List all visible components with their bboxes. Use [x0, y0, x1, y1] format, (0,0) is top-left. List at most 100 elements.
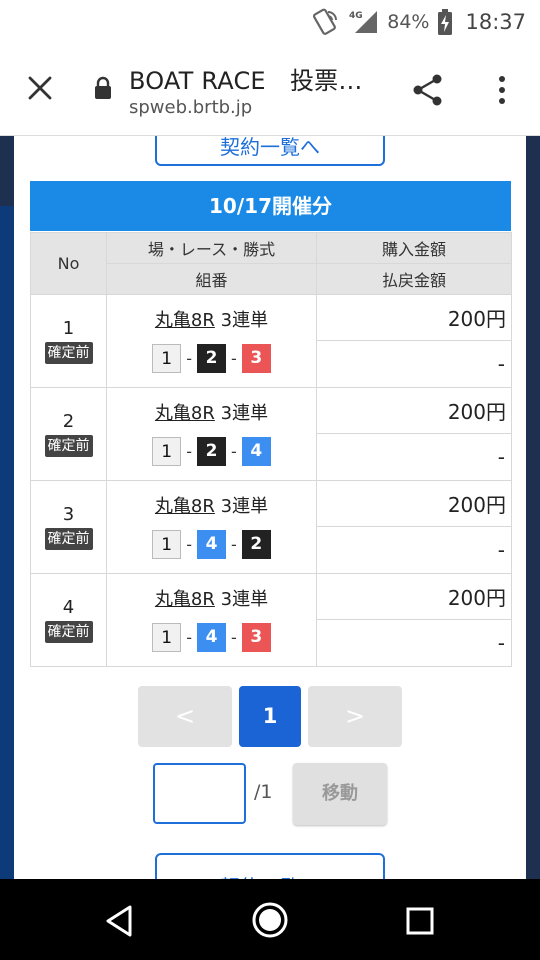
race-cell: 丸亀8R 3連単 1 - 2 - 3 — [106, 294, 317, 388]
contract-list-button-bottom[interactable]: 契約一覧へ — [155, 853, 385, 879]
race-cell: 丸亀8R 3連単 1 - 2 - 4 — [106, 387, 317, 481]
boat-number-3rd: 2 — [241, 530, 271, 559]
combination: 1 - 4 - 2 — [107, 530, 316, 559]
table-row: 1 確定前 丸亀8R 3連単 1 - 2 - 3 200円 — [30, 294, 512, 388]
status-icons: 4G 84% 18:37 — [311, 6, 526, 38]
header-refund-amount: 払戻金額 — [316, 263, 512, 295]
current-page-button[interactable]: 1 — [239, 686, 301, 747]
overflow-menu-button[interactable] — [484, 70, 520, 110]
clock: 18:37 — [465, 10, 526, 34]
status-badge: 確定前 — [44, 435, 93, 457]
status-bar: 4G 84% 18:37 — [0, 0, 540, 44]
back-icon[interactable] — [100, 901, 140, 941]
combo-separator: - — [186, 349, 192, 368]
refund-amount: - — [316, 340, 512, 388]
refund-amount: - — [316, 526, 512, 574]
boat-number-1st: 1 — [152, 623, 182, 652]
bet-number: 3 — [62, 504, 75, 525]
bet-number-cell: 3 確定前 — [30, 480, 107, 574]
purchase-amount: 200円 — [316, 573, 512, 620]
battery-charging-icon — [438, 9, 453, 35]
boat-number-2nd: 2 — [197, 437, 226, 466]
recent-apps-icon[interactable] — [400, 901, 440, 941]
status-badge: 確定前 — [44, 621, 93, 643]
bet-number: 2 — [62, 411, 75, 432]
race-link[interactable]: 丸亀8R — [155, 496, 215, 517]
combination: 1 - 2 - 4 — [107, 437, 316, 466]
boat-number-2nd: 4 — [197, 530, 226, 559]
race-cell: 丸亀8R 3連単 1 - 4 - 2 — [106, 480, 317, 574]
purchase-amount: 200円 — [316, 480, 512, 527]
network-label: 4G — [349, 11, 363, 21]
date-header: 10/17開催分 — [30, 181, 511, 231]
boat-number-3rd: 3 — [241, 623, 271, 652]
page-title: BOAT RACE 投票… — [129, 67, 363, 95]
combination: 1 - 4 - 3 — [107, 623, 316, 652]
bet-number: 1 — [62, 318, 75, 339]
bet-type: 3連単 — [220, 403, 269, 424]
close-icon — [28, 76, 52, 100]
boat-number-1st: 1 — [152, 437, 182, 466]
bet-type: 3連単 — [220, 589, 269, 610]
combo-separator: - — [231, 628, 237, 647]
bet-number-cell: 2 確定前 — [30, 387, 107, 481]
header-no: No — [30, 232, 107, 295]
race-link[interactable]: 丸亀8R — [155, 310, 215, 331]
prev-page-button[interactable]: < — [138, 686, 232, 747]
move-button[interactable]: 移動 — [293, 763, 387, 825]
refund-amount: - — [316, 619, 512, 667]
page-number-input[interactable] — [153, 763, 246, 824]
combo-separator: - — [186, 628, 192, 647]
boat-number-1st: 1 — [152, 530, 182, 559]
combo-separator: - — [231, 535, 237, 554]
boat-number-1st: 1 — [152, 344, 182, 373]
purchase-amount: 200円 — [316, 294, 512, 341]
chevron-left-icon: < — [174, 702, 196, 730]
boat-number-3rd: 4 — [241, 437, 271, 466]
combo-separator: - — [186, 442, 192, 461]
close-tab-button[interactable] — [20, 68, 60, 108]
battery-percent: 84% — [387, 11, 430, 33]
bet-number-cell: 1 確定前 — [30, 294, 107, 388]
table-row: 3 確定前 丸亀8R 3連単 1 - 4 - 2 200円 — [30, 480, 512, 574]
status-badge: 確定前 — [44, 342, 93, 364]
background-strip — [0, 206, 14, 879]
home-icon[interactable] — [250, 900, 290, 940]
boat-number-3rd: 3 — [241, 344, 271, 373]
combo-separator: - — [186, 535, 192, 554]
bet-number-cell: 4 確定前 — [30, 573, 107, 667]
next-page-button[interactable]: > — [308, 686, 402, 747]
lock-icon — [95, 76, 111, 99]
bets-table: No 場・レース・勝式 購入金額 組番 払戻金額 1 確定前 丸亀8R 3連単 … — [30, 232, 512, 667]
refund-amount: - — [316, 433, 512, 481]
boat-number-2nd: 4 — [197, 623, 226, 652]
share-button[interactable] — [408, 70, 448, 110]
bet-type: 3連単 — [220, 310, 269, 331]
combo-separator: - — [231, 349, 237, 368]
page-url: spweb.brtb.jp — [129, 97, 253, 118]
signal-icon: 4G — [349, 11, 378, 33]
bet-number: 4 — [62, 597, 75, 618]
web-content[interactable]: 契約一覧へ 10/17開催分 No 場・レース・勝式 購入金額 組番 払戻金額 — [0, 136, 540, 879]
browser-toolbar: BOAT RACE 投票… spweb.brtb.jp — [0, 44, 540, 136]
race-link[interactable]: 丸亀8R — [155, 589, 215, 610]
boat-number-2nd: 2 — [197, 344, 226, 373]
system-navigation-bar — [0, 879, 540, 960]
total-pages: /1 — [254, 781, 273, 803]
content-panel: 契約一覧へ 10/17開催分 No 場・レース・勝式 購入金額 組番 払戻金額 — [14, 136, 526, 879]
status-badge: 確定前 — [44, 528, 93, 550]
race-cell: 丸亀8R 3連単 1 - 4 - 3 — [106, 573, 317, 667]
table-row: 4 確定前 丸亀8R 3連単 1 - 4 - 3 200円 — [30, 573, 512, 667]
contract-list-button-top[interactable]: 契約一覧へ — [155, 136, 385, 166]
header-race-type: 場・レース・勝式 — [106, 232, 317, 264]
purchase-amount: 200円 — [316, 387, 512, 434]
combination: 1 - 2 - 3 — [107, 344, 316, 373]
header-combination: 組番 — [106, 263, 317, 295]
race-link[interactable]: 丸亀8R — [155, 403, 215, 424]
table-row: 2 確定前 丸亀8R 3連単 1 - 2 - 4 200円 — [30, 387, 512, 481]
more-vert-icon — [499, 76, 505, 104]
wifi-calling-icon — [313, 8, 338, 35]
combo-separator: - — [231, 442, 237, 461]
bet-type: 3連単 — [220, 496, 269, 517]
header-purchase-amount: 購入金額 — [316, 232, 512, 264]
